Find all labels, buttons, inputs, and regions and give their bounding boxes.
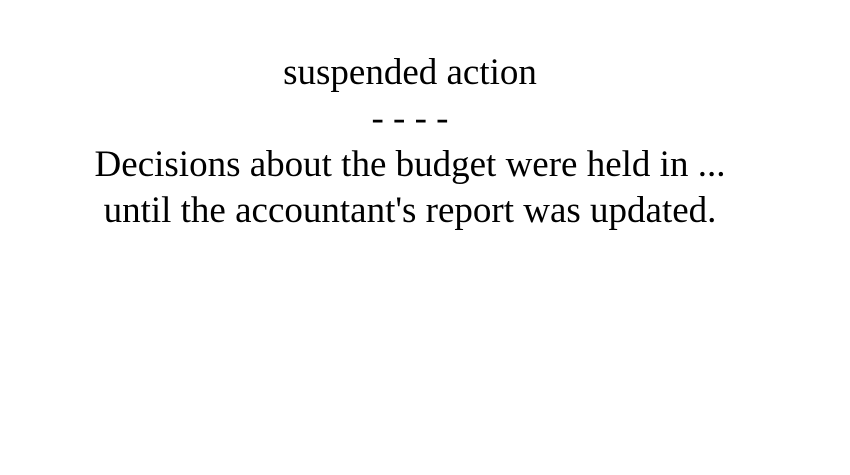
card-content: suspended action - - - - Decisions about… <box>0 50 820 234</box>
card-sentence-line-2: until the accountant's report was update… <box>103 190 717 231</box>
card-sentence-line-1: Decisions about the budget were held in … <box>94 144 726 185</box>
flash-card: suspended action - - - - Decisions about… <box>0 0 850 475</box>
card-separator: - - - - <box>371 98 449 139</box>
card-title: suspended action <box>283 52 537 93</box>
